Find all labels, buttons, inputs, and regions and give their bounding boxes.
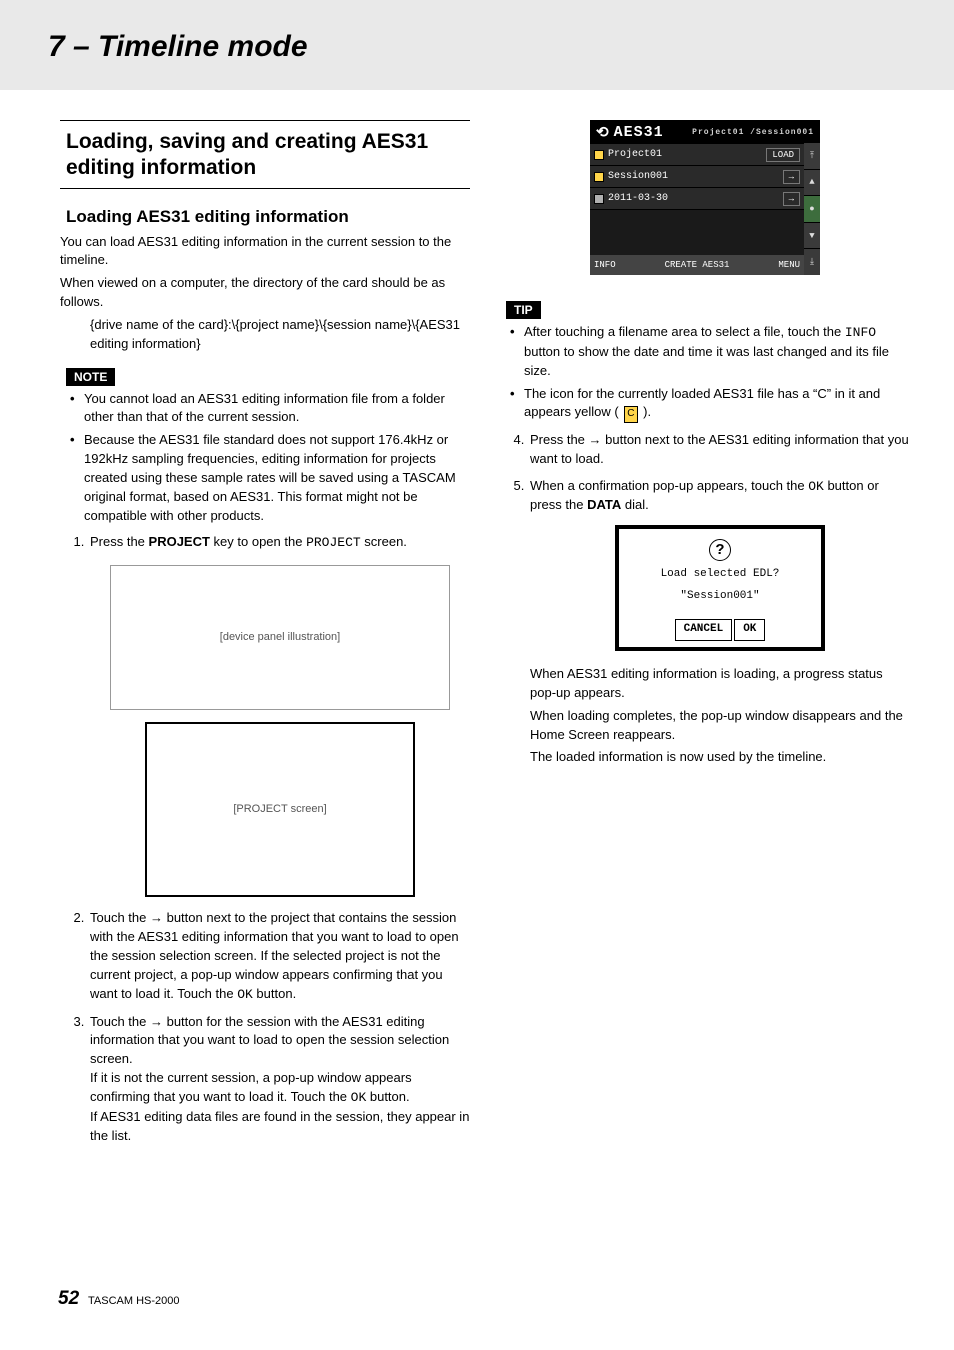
note-label: NOTE [66, 368, 115, 386]
project-screen-image: [PROJECT screen] [145, 722, 415, 897]
folder-icon [594, 150, 604, 160]
scroll-up-icon[interactable]: ▲ [804, 169, 820, 196]
arrow-button[interactable]: → [783, 170, 800, 184]
step-text: button. [253, 986, 296, 1001]
info-button[interactable]: INFO [594, 260, 616, 270]
step-3: Touch the → button for the session with … [88, 1013, 470, 1146]
cancel-button[interactable]: CANCEL [675, 619, 733, 641]
chapter-header: 7 – Timeline mode [0, 0, 954, 90]
aes31-header: ⟲ AES31 Project01 /Session001 [590, 120, 820, 144]
tip-text: After touching a filename area to select… [524, 324, 845, 339]
step-text: If AES31 editing data files are found in… [90, 1108, 470, 1146]
steps-left: Press the PROJECT key to open the PROJEC… [60, 533, 470, 1145]
folder-icon [594, 172, 604, 182]
step-text: If it is not the current session, a pop-… [90, 1069, 470, 1108]
scroll-top-icon[interactable]: ⤒ [804, 142, 820, 169]
path-format: {drive name of the card}:\{project name}… [90, 316, 470, 354]
arrow-button[interactable]: → [783, 192, 800, 206]
left-column: Loading, saving and creating AES31 editi… [60, 120, 470, 1153]
step-text: key to open the [210, 534, 306, 549]
aes31-footer: INFO CREATE AES31 MENU [590, 255, 804, 275]
aes31-empty [590, 210, 804, 256]
popup-line2: "Session001" [627, 589, 813, 605]
steps-right: Press the → button next to the AES31 edi… [500, 431, 910, 767]
file-icon [594, 194, 604, 204]
subsection-title: Loading AES31 editing information [66, 207, 470, 227]
closing-text: When AES31 editing information is loadin… [530, 665, 910, 703]
create-aes31-button[interactable]: CREATE AES31 [665, 260, 730, 270]
step-text: When a confirmation pop-up appears, touc… [530, 478, 808, 493]
step-2: Touch the → button next to the project t… [88, 909, 470, 1004]
scroll-bottom-icon[interactable]: ⤓ [804, 248, 820, 275]
aes31-title: AES31 [614, 124, 664, 141]
note-item: Because the AES31 file standard does not… [84, 431, 470, 525]
mono-text: INFO [845, 325, 876, 340]
aes31-row: Session001 → [590, 166, 804, 188]
section-title: Loading, saving and creating AES31 editi… [66, 129, 470, 182]
scroll-thumb[interactable]: ● [804, 195, 820, 222]
tip-text: ). [640, 404, 652, 419]
tip-list: After touching a filename area to select… [500, 323, 910, 423]
step-5: When a confirmation pop-up appears, touc… [528, 477, 910, 768]
tip-item: After touching a filename area to select… [524, 323, 910, 381]
section-rule-top [60, 120, 470, 121]
mono-text: OK [808, 479, 824, 494]
step-text: Press the [90, 534, 149, 549]
popup-line1: Load selected EDL? [627, 567, 813, 583]
right-column: ⟲ AES31 Project01 /Session001 Project01 … [500, 120, 910, 1153]
footer-model: TASCAM HS-2000 [88, 1295, 180, 1307]
mono-text: OK [351, 1090, 367, 1105]
step-bold: PROJECT [149, 534, 210, 549]
aes31-row-label: 2011-03-30 [608, 193, 779, 204]
tip-label: TIP [506, 301, 541, 319]
ok-button[interactable]: OK [734, 619, 765, 641]
aes31-row: 2011-03-30 → [590, 188, 804, 210]
page-content: Loading, saving and creating AES31 editi… [0, 90, 954, 1153]
page-footer: 52 TASCAM HS-2000 [58, 1288, 180, 1310]
aes31-row-label: Project01 [608, 149, 762, 160]
step-bold: DATA [587, 497, 621, 512]
tip-text: button to show the date and time it was … [524, 344, 889, 378]
step-1: Press the PROJECT key to open the PROJEC… [88, 533, 470, 897]
mono-text: OK [237, 987, 253, 1002]
intro-1: You can load AES31 editing information i… [60, 233, 470, 271]
step-text: button. [366, 1089, 409, 1104]
tip-text: The icon for the currently loaded AES31 … [524, 386, 880, 420]
question-icon: ? [709, 539, 731, 561]
note-item: You cannot load an AES31 editing informa… [84, 390, 470, 428]
aes31-row: Project01 LOAD [590, 144, 804, 166]
tip-item: The icon for the currently loaded AES31 … [524, 385, 910, 423]
aes31-scrollbar[interactable]: ⤒ ▲ ● ▼ ⤓ [804, 142, 820, 275]
note-list: You cannot load an AES31 editing informa… [60, 390, 470, 526]
aes31-row-label: Session001 [608, 171, 779, 182]
chapter-title: 7 – Timeline mode [48, 30, 954, 64]
closing-text: The loaded information is now used by th… [530, 748, 910, 767]
load-button[interactable]: LOAD [766, 148, 800, 162]
reload-icon: ⟲ [596, 123, 610, 142]
confirm-popup: ? Load selected EDL? "Session001" CANCEL… [615, 525, 825, 651]
section-rule-bottom [60, 188, 470, 189]
scroll-down-icon[interactable]: ▼ [804, 222, 820, 249]
current-file-icon: C [624, 406, 637, 423]
aes31-screen-image: ⟲ AES31 Project01 /Session001 Project01 … [590, 120, 820, 275]
mono-text: PROJECT [306, 535, 361, 550]
device-illustration: [device panel illustration] [110, 565, 450, 710]
menu-button[interactable]: MENU [778, 260, 800, 270]
closing-text: When loading completes, the pop-up windo… [530, 707, 910, 745]
page-number: 52 [58, 1288, 79, 1309]
step-text: dial. [621, 497, 648, 512]
step-text: screen. [361, 534, 407, 549]
aes31-breadcrumb: Project01 /Session001 [692, 128, 814, 137]
intro-2: When viewed on a computer, the directory… [60, 274, 470, 312]
step-text: Touch the → button for the session with … [90, 1013, 470, 1070]
step-4: Press the → button next to the AES31 edi… [528, 431, 910, 469]
